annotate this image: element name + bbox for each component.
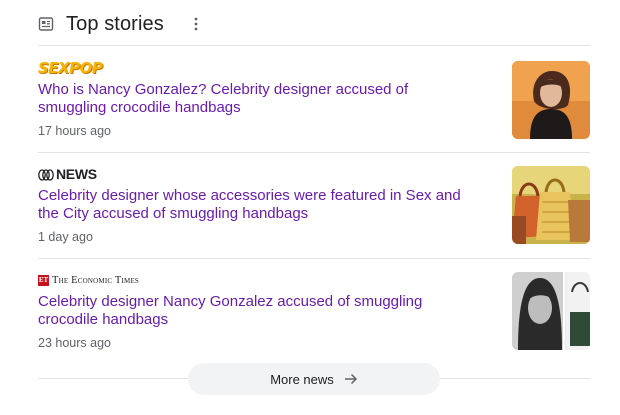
source-logo: SEXPOP — [38, 59, 590, 77]
story-card[interactable]: NEWS Celebrity designer whose accessorie… — [38, 165, 590, 244]
story-thumbnail[interactable] — [512, 61, 590, 139]
story-headline[interactable]: Celebrity designer whose accessories wer… — [38, 187, 478, 223]
story-time: 17 hours ago — [38, 124, 111, 138]
source-logo: NEWS — [38, 165, 590, 183]
story-time: 23 hours ago — [38, 336, 111, 350]
more-news-button[interactable]: More news — [188, 363, 440, 395]
story-time: 1 day ago — [38, 230, 93, 244]
story-thumbnail[interactable] — [512, 272, 590, 350]
story-thumbnail[interactable] — [512, 166, 590, 244]
story-headline[interactable]: Celebrity designer Nancy Gonzalez accuse… — [38, 293, 478, 329]
source-name: SEXPOP — [38, 59, 103, 77]
section-title: Top stories — [66, 12, 164, 35]
divider — [38, 152, 590, 153]
top-stories-header: Top stories — [38, 8, 204, 40]
et-logo-badge: ET — [38, 274, 49, 286]
more-news-label: More news — [270, 371, 334, 387]
story-headline[interactable]: Who is Nancy Gonzalez? Celebrity designe… — [38, 81, 478, 117]
arrow-right-icon — [344, 372, 358, 386]
source-logo: ET The Economic Times — [38, 271, 590, 289]
more-vert-icon[interactable] — [188, 16, 204, 32]
divider — [38, 258, 590, 259]
news-icon — [38, 16, 54, 32]
divider — [38, 45, 590, 46]
source-name: The Economic Times — [52, 274, 140, 286]
story-card[interactable]: SEXPOP Who is Nancy Gonzalez? Celebrity … — [38, 59, 590, 139]
source-name: NEWS — [56, 166, 97, 182]
story-card[interactable]: ET The Economic Times Celebrity designer… — [38, 271, 590, 350]
abc-logo-icon — [38, 168, 54, 181]
